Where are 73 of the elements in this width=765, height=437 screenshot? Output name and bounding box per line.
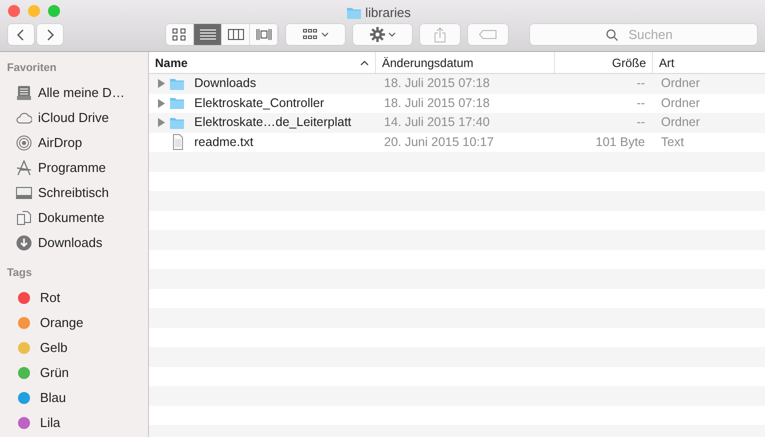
date-cell-text: 14. Juli 2015 17:40	[383, 114, 491, 132]
download-icon	[16, 234, 32, 250]
kind-cell-text: Ordner	[660, 75, 701, 92]
kind-cell-text: Text	[660, 134, 685, 151]
documents-icon	[16, 210, 32, 226]
caret-icon	[320, 32, 329, 37]
file-row[interactable]: Downloads 18. Juli 2015 07:18 -- Ordner	[149, 74, 765, 94]
sidebar-item[interactable]: Gelb	[0, 335, 148, 360]
sidebar-item[interactable]: Blau	[0, 385, 148, 410]
forward-icon	[46, 28, 54, 40]
sidebar-item[interactable]: Lila	[0, 410, 148, 435]
list-view-button[interactable]	[194, 24, 222, 45]
size-cell-text: --	[636, 94, 646, 112]
folder-icon	[346, 5, 362, 20]
sidebar-item[interactable]: Rot	[0, 285, 148, 310]
close-button[interactable]	[8, 5, 20, 17]
sidebar-item[interactable]: AirDrop	[0, 130, 148, 155]
sidebar-item[interactable]: Downloads	[0, 230, 148, 255]
columns-icon	[228, 28, 244, 41]
kind-cell-text: Ordner	[660, 114, 701, 132]
date-cell-text: 18. Juli 2015 07:18	[383, 94, 491, 112]
airdrop-icon	[16, 134, 32, 150]
caret-icon	[388, 32, 396, 37]
cover-flow-button[interactable]	[250, 24, 278, 45]
column-view-button[interactable]	[222, 24, 250, 45]
arrange-icon	[302, 29, 318, 40]
sidebar-item[interactable]: Schreibtisch	[0, 180, 148, 205]
stack-icon	[16, 84, 32, 100]
sidebar-item[interactable]: Grün	[0, 360, 148, 385]
grid-icon	[172, 28, 188, 41]
forward-button[interactable]	[37, 24, 64, 45]
size-cell-text: 101 Byte	[594, 134, 646, 151]
size-cell-text: --	[636, 114, 646, 132]
compass-icon	[16, 160, 32, 176]
window-title: libraries	[365, 4, 411, 22]
sidebar-item[interactable]: iCloud Drive	[0, 105, 148, 130]
tag-icon	[479, 30, 498, 39]
action-button[interactable]	[353, 24, 412, 45]
column-header[interactable]: Größe	[555, 52, 653, 73]
share-icon	[434, 26, 446, 42]
date-cell-text: 18. Juli 2015 07:18	[383, 75, 491, 92]
size-cell-text: --	[636, 75, 646, 92]
file-row[interactable]: Elektroskate…de_Leiterplatt 14. Juli 2015 17:40 -- Ordner	[149, 113, 765, 132]
sidebar-item[interactable]: Programme	[0, 155, 148, 180]
section-heading: Tags	[6, 266, 33, 281]
file-name: Downloads	[194, 75, 256, 92]
column-header[interactable]: Änderungsdatum	[376, 52, 555, 73]
column-header[interactable]: Art	[653, 52, 765, 73]
list-icon	[200, 28, 216, 41]
gear-icon	[370, 27, 385, 42]
file-name: Elektroskate…de_Leiterplatt	[194, 114, 352, 132]
sidebar-item[interactable]: Dokumente	[0, 205, 148, 230]
cover-flow-icon	[256, 28, 272, 41]
column-header[interactable]: Name	[149, 52, 376, 73]
icon-view-button[interactable]	[166, 24, 194, 45]
file-name: Elektroskate_Controller	[194, 94, 324, 112]
file-row[interactable]: Elektroskate_Controller 18. Juli 2015 07:18 -- Ordner	[149, 94, 765, 113]
arrange-button[interactable]	[286, 24, 346, 45]
file-name: readme.txt	[194, 134, 254, 151]
sidebar-item[interactable]: Alle meine D…	[0, 80, 148, 105]
search-field[interactable]: Suchen	[530, 24, 757, 45]
sidebar-item[interactable]: Orange	[0, 310, 148, 335]
desktop-icon	[16, 184, 32, 200]
back-icon	[17, 28, 25, 40]
folder-icon	[169, 95, 187, 112]
disclosure-icon	[157, 79, 165, 88]
section-heading: Favoriten	[6, 61, 58, 76]
disclosure-icon	[157, 118, 165, 128]
disclosure-icon	[157, 98, 165, 108]
date-cell-text: 20. Juni 2015 10:17	[383, 134, 495, 151]
back-button[interactable]	[8, 24, 34, 45]
kind-cell-text: Ordner	[660, 94, 701, 112]
file-row[interactable]: readme.txt 20. Juni 2015 10:17 101 Byte Text	[149, 132, 765, 152]
